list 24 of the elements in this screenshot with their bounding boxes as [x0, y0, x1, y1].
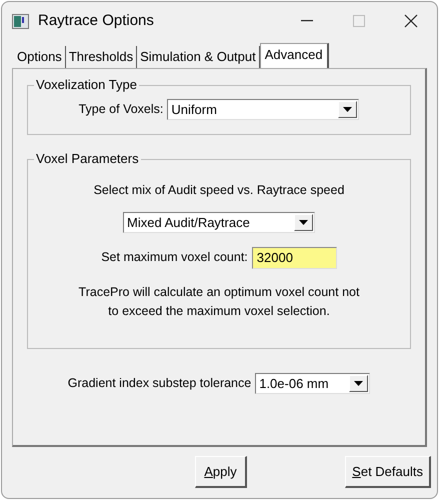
- apply-button[interactable]: Apply: [195, 456, 247, 488]
- group-title: Voxel Parameters: [35, 151, 140, 167]
- tab[interactable]: Thresholds: [66, 46, 138, 68]
- close-icon: [404, 14, 418, 28]
- caret-icon: [299, 220, 308, 225]
- tab[interactable]: Options: [14, 46, 66, 68]
- minimize-icon: [301, 20, 313, 22]
- app-icon: [12, 14, 29, 28]
- caret-icon: [354, 381, 364, 386]
- group-title: Voxelization Type: [35, 77, 138, 93]
- tab[interactable]: Advanced: [260, 43, 329, 68]
- description-text: TracePro will calculate an optimum voxel count not to exceed the maximum voxel selection.: [78, 284, 360, 320]
- description-text: Select mix of Audit speed vs. Raytrace speed: [92, 182, 346, 199]
- field-label: Set maximum voxel count:: [101, 249, 248, 266]
- set-defaults-button[interactable]: Set Defaults: [345, 456, 431, 488]
- caret-icon: [343, 107, 352, 112]
- field-label: Type of Voxels:: [78, 101, 164, 118]
- window-title: Raytrace Options: [38, 10, 155, 31]
- input-field[interactable]: 32000: [252, 246, 337, 269]
- maximize-icon: [353, 15, 365, 27]
- dropdown[interactable]: Uniform: [167, 99, 360, 120]
- dropdown[interactable]: Mixed Audit/Raytrace: [123, 212, 315, 233]
- field-label: Gradient index substep tolerance: [68, 375, 252, 392]
- dropdown[interactable]: 1.0e-06 mm: [255, 373, 370, 394]
